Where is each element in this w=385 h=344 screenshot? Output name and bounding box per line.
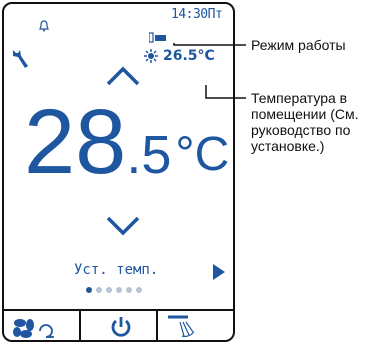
callout-room-temp-line: Температура в (251, 90, 348, 106)
callout-room-temp: Температура в помещении (См. руководство… (251, 90, 358, 154)
callout-room-temp-line: помещении (См. (251, 106, 359, 122)
callout-room-temp-line: установке.) (251, 138, 325, 154)
callout-mode: Режим работы (251, 37, 346, 53)
callout-room-temp-line: руководство по (251, 122, 351, 138)
